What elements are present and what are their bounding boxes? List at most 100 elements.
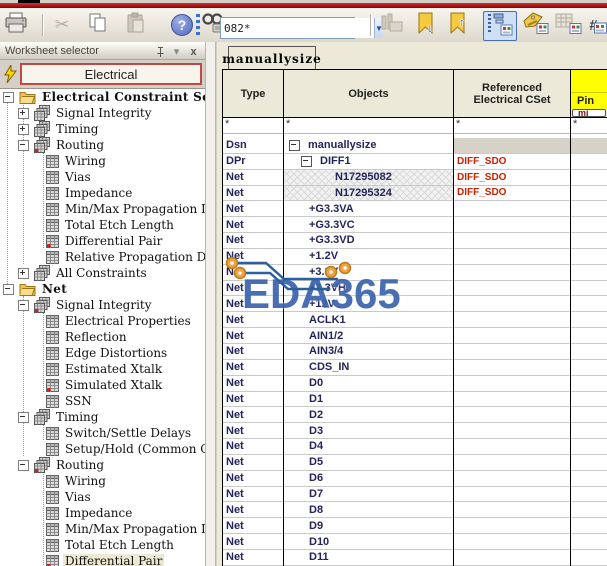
cell-object[interactable]: D0 — [283, 376, 453, 391]
table-row-diff1[interactable]: DPrDIFF1DIFF_SDO — [222, 154, 607, 170]
table-row-d0[interactable]: NetD0 — [222, 376, 607, 392]
cell-referenced-cset[interactable] — [453, 392, 570, 407]
cell-object[interactable]: D5 — [283, 455, 453, 470]
table-row-n17295324[interactable]: NetN17295324DIFF_SDO — [222, 186, 607, 202]
cell-object[interactable]: +1.2V — [283, 249, 453, 264]
cell-pin-delay[interactable] — [570, 487, 607, 502]
cell-pin-delay[interactable] — [570, 201, 607, 216]
panel-menu-button[interactable]: ▾ — [170, 45, 183, 58]
cell-pin-delay[interactable] — [570, 392, 607, 407]
cell-object[interactable]: +G3.3VA — [283, 201, 453, 216]
cell-pin-delay[interactable] — [570, 360, 607, 375]
collapse-icon[interactable] — [289, 140, 300, 151]
table-row-n17295082[interactable]: NetN17295082DIFF_SDO — [222, 170, 607, 186]
cell-object[interactable]: D4 — [283, 439, 453, 454]
tree-item-timing[interactable]: Timing — [0, 121, 205, 137]
cell-object[interactable]: D11 — [283, 550, 453, 565]
table-row-d1[interactable]: NetD1 — [222, 392, 607, 408]
cell-object[interactable]: +3.3V — [283, 265, 453, 280]
cell-referenced-cset[interactable] — [453, 344, 570, 359]
filter-pin[interactable]: * — [570, 118, 607, 133]
find-similar-button[interactable] — [378, 12, 406, 38]
cell-referenced-cset[interactable] — [453, 518, 570, 533]
cell-object[interactable]: +G3.3VD — [283, 233, 453, 248]
table-row-ain1-2[interactable]: NetAIN1/2 — [222, 328, 607, 344]
cell-referenced-cset[interactable] — [453, 487, 570, 502]
cell-pin-delay[interactable] — [570, 233, 607, 248]
cell-pin-delay[interactable] — [570, 502, 607, 517]
cell-object[interactable]: D9 — [283, 518, 453, 533]
expand-icon[interactable] — [18, 268, 29, 279]
cell-object[interactable]: N17295082 — [283, 170, 453, 185]
tree-item-routing[interactable]: Routing — [0, 457, 205, 473]
expand-icon[interactable] — [18, 124, 29, 135]
number-format-button[interactable]: # — [585, 12, 607, 38]
cell-pin-delay[interactable] — [570, 423, 607, 438]
cell-pin-delay[interactable] — [570, 186, 607, 201]
table-row-cds-in[interactable]: NetCDS_IN — [222, 360, 607, 376]
tree-item-wiring[interactable]: Wiring — [0, 153, 205, 169]
cell-object[interactable]: +G3.3VC — [283, 217, 453, 232]
cell-object[interactable]: D6 — [283, 471, 453, 486]
print-button[interactable] — [2, 12, 30, 38]
cell-pin-delay[interactable] — [570, 170, 607, 185]
cell-referenced-cset[interactable]: DIFF_SDO — [453, 170, 570, 185]
tree-item-switch-settle-delays[interactable]: Switch/Settle Delays — [0, 425, 205, 441]
cell-referenced-cset[interactable] — [453, 265, 570, 280]
table-row-d4[interactable]: NetD4 — [222, 439, 607, 455]
tree-item-simulated-xtalk[interactable]: Simulated Xtalk — [0, 377, 205, 393]
cell-pin-delay[interactable] — [570, 265, 607, 280]
collapse-icon[interactable] — [18, 300, 29, 311]
cell-object[interactable]: AIN3/4 — [283, 344, 453, 359]
tree-item-routing[interactable]: Routing — [0, 137, 205, 153]
cell-object[interactable]: D8 — [283, 502, 453, 517]
table-row-aclk1[interactable]: NetACLK1 — [222, 312, 607, 328]
cell-object[interactable]: D2 — [283, 407, 453, 422]
cell-pin-delay[interactable] — [570, 534, 607, 549]
cell-referenced-cset[interactable] — [453, 455, 570, 470]
tree-item-signal-integrity[interactable]: Signal Integrity — [0, 297, 205, 313]
tree-item-ssn[interactable]: SSN — [0, 393, 205, 409]
table-row-ain3-4[interactable]: NetAIN3/4 — [222, 344, 607, 360]
collapse-icon[interactable] — [301, 156, 312, 167]
next-bookmark-button[interactable]: ↓ — [410, 12, 440, 38]
cell-object[interactable]: D10 — [283, 534, 453, 549]
cell-object[interactable]: +3.3VH — [283, 281, 453, 296]
cell-object[interactable]: D1 — [283, 392, 453, 407]
cell-referenced-cset[interactable] — [453, 360, 570, 375]
cell-referenced-cset[interactable] — [453, 281, 570, 296]
cell-pin-delay[interactable] — [570, 550, 607, 565]
table-row--3-3v[interactable]: Net+3.3V — [222, 265, 607, 281]
table-row-d5[interactable]: NetD5 — [222, 455, 607, 471]
cell-pin-delay[interactable] — [570, 439, 607, 454]
collapse-icon[interactable] — [18, 412, 29, 423]
tree-item-electrical-properties[interactable]: Electrical Properties — [0, 313, 205, 329]
collapse-icon[interactable] — [18, 460, 29, 471]
cell-referenced-cset[interactable] — [453, 471, 570, 486]
tree-item-impedance[interactable]: Impedance — [0, 505, 205, 521]
table-row--g3-3va[interactable]: Net+G3.3VA — [222, 201, 607, 217]
cell-referenced-cset[interactable] — [453, 550, 570, 565]
filter-referenced[interactable]: * — [453, 118, 570, 133]
worksheet-selector-toggle-button[interactable] — [483, 11, 517, 41]
tree-item-timing[interactable]: Timing — [0, 409, 205, 425]
cell-pin-delay[interactable] — [570, 296, 607, 311]
panel-scrollbar[interactable] — [205, 42, 216, 566]
pin-panel-button[interactable] — [154, 45, 167, 58]
cell-referenced-cset[interactable] — [453, 233, 570, 248]
cell-referenced-cset[interactable] — [453, 138, 570, 153]
cell-object[interactable]: +12V — [283, 296, 453, 311]
column-header-referenced-cset[interactable]: Referenced Electrical CSet — [454, 70, 570, 117]
tree-item-net[interactable]: Net — [0, 281, 205, 297]
table-row-d11[interactable]: NetD11 — [222, 550, 607, 566]
table-row-d10[interactable]: NetD10 — [222, 534, 607, 550]
table-row-d9[interactable]: NetD9 — [222, 518, 607, 534]
tree-item-reflection[interactable]: Reflection — [0, 329, 205, 345]
table-row--g3-3vd[interactable]: Net+G3.3VD — [222, 233, 607, 249]
cell-object[interactable]: D7 — [283, 487, 453, 502]
filter-type[interactable]: * — [222, 118, 283, 133]
tree-item-wiring[interactable]: Wiring — [0, 473, 205, 489]
cell-pin-delay[interactable] — [570, 217, 607, 232]
cell-referenced-cset[interactable] — [453, 534, 570, 549]
cell-pin-delay[interactable] — [570, 344, 607, 359]
